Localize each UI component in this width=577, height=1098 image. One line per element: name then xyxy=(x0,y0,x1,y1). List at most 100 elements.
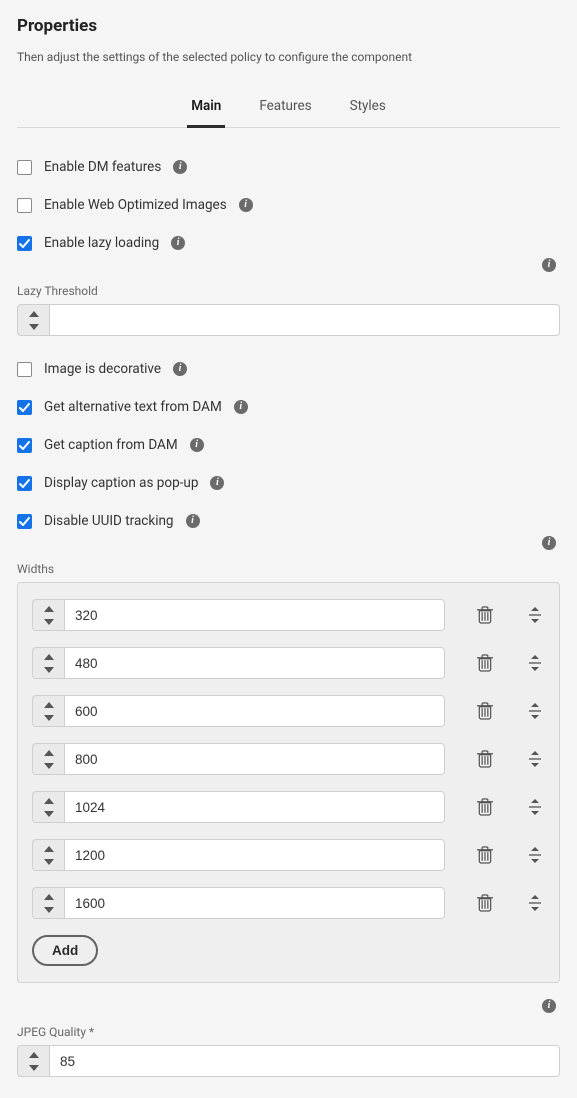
row-caption-from-dam: Get caption from DAM i xyxy=(17,426,560,464)
widths-container: Add xyxy=(17,582,560,983)
checkbox-disable-uuid[interactable] xyxy=(17,514,32,529)
stepper-up-icon[interactable] xyxy=(33,696,64,711)
row-enable-dm: Enable DM features i xyxy=(17,148,560,186)
width-input[interactable] xyxy=(64,647,445,679)
width-stepper[interactable] xyxy=(32,887,64,919)
info-icon[interactable]: i xyxy=(210,476,224,490)
width-field xyxy=(32,839,445,871)
stepper-up-icon[interactable] xyxy=(33,840,64,855)
label-jpeg-quality-text: JPEG Quality * xyxy=(17,1025,94,1039)
label-lazy-threshold: Lazy Threshold xyxy=(17,284,560,298)
stepper-up-icon[interactable] xyxy=(33,792,64,807)
delete-icon[interactable] xyxy=(475,845,495,865)
delete-icon[interactable] xyxy=(475,749,495,769)
label-jpeg-quality: JPEG Quality * xyxy=(17,1025,560,1039)
stepper-down-icon[interactable] xyxy=(33,663,64,678)
width-row xyxy=(32,791,545,823)
stepper-down-icon[interactable] xyxy=(33,855,64,870)
width-field xyxy=(32,887,445,919)
info-icon[interactable]: i xyxy=(542,536,556,550)
delete-icon[interactable] xyxy=(475,797,495,817)
row-disable-uuid: Disable UUID tracking i xyxy=(17,502,560,540)
stepper-down-icon[interactable] xyxy=(33,711,64,726)
label-widths-text: Widths xyxy=(17,562,54,576)
delete-icon[interactable] xyxy=(475,893,495,913)
row-alt-from-dam: Get alternative text from DAM i xyxy=(17,388,560,426)
stepper-up-icon[interactable] xyxy=(33,888,64,903)
width-row xyxy=(32,599,545,631)
width-stepper[interactable] xyxy=(32,599,64,631)
stepper-down-icon[interactable] xyxy=(33,903,64,918)
info-icon[interactable]: i xyxy=(542,999,556,1013)
label-caption-from-dam: Get caption from DAM xyxy=(44,437,178,453)
reorder-icon[interactable] xyxy=(525,749,545,769)
label-enable-web-opt: Enable Web Optimized Images xyxy=(44,197,227,213)
checkbox-decorative[interactable] xyxy=(17,362,32,377)
reorder-icon[interactable] xyxy=(525,797,545,817)
label-decorative: Image is decorative xyxy=(44,361,161,377)
tab-main[interactable]: Main xyxy=(187,88,225,128)
checkbox-caption-from-dam[interactable] xyxy=(17,438,32,453)
tab-features[interactable]: Features xyxy=(255,88,315,128)
stepper-up-icon[interactable] xyxy=(33,648,64,663)
stepper-down-icon[interactable] xyxy=(33,759,64,774)
info-icon[interactable]: i xyxy=(239,198,253,212)
width-input[interactable] xyxy=(64,743,445,775)
reorder-icon[interactable] xyxy=(525,653,545,673)
add-button[interactable]: Add xyxy=(32,935,98,966)
info-icon[interactable]: i xyxy=(173,160,187,174)
lazy-threshold-info-row: i xyxy=(17,262,560,278)
width-stepper[interactable] xyxy=(32,695,64,727)
jpeg-quality-stepper[interactable] xyxy=(17,1045,49,1077)
checkbox-enable-web-opt[interactable] xyxy=(17,198,32,213)
delete-icon[interactable] xyxy=(475,701,495,721)
checkbox-alt-from-dam[interactable] xyxy=(17,400,32,415)
info-icon[interactable]: i xyxy=(190,438,204,452)
jpeg-quality-field xyxy=(17,1045,560,1077)
checkbox-enable-lazy[interactable] xyxy=(17,236,32,251)
label-enable-lazy: Enable lazy loading xyxy=(44,235,159,251)
width-field xyxy=(32,695,445,727)
width-input[interactable] xyxy=(64,599,445,631)
stepper-down-icon[interactable] xyxy=(18,320,49,335)
width-stepper[interactable] xyxy=(32,791,64,823)
info-icon[interactable]: i xyxy=(542,258,556,272)
page-title: Properties xyxy=(17,16,560,36)
width-row xyxy=(32,743,545,775)
info-icon[interactable]: i xyxy=(186,514,200,528)
width-stepper[interactable] xyxy=(32,839,64,871)
stepper-up-icon[interactable] xyxy=(33,744,64,759)
stepper-down-icon[interactable] xyxy=(33,807,64,822)
reorder-icon[interactable] xyxy=(525,893,545,913)
info-icon[interactable]: i xyxy=(173,362,187,376)
delete-icon[interactable] xyxy=(475,653,495,673)
width-input[interactable] xyxy=(64,839,445,871)
reorder-icon[interactable] xyxy=(525,845,545,865)
stepper-down-icon[interactable] xyxy=(18,1061,49,1076)
width-input[interactable] xyxy=(64,791,445,823)
label-enable-dm: Enable DM features xyxy=(44,159,161,175)
label-disable-uuid: Disable UUID tracking xyxy=(44,513,174,529)
tab-styles[interactable]: Styles xyxy=(346,88,390,128)
delete-icon[interactable] xyxy=(475,605,495,625)
info-icon[interactable]: i xyxy=(171,236,185,250)
width-row xyxy=(32,695,545,727)
width-input[interactable] xyxy=(64,887,445,919)
width-stepper[interactable] xyxy=(32,743,64,775)
width-stepper[interactable] xyxy=(32,647,64,679)
stepper-up-icon[interactable] xyxy=(18,305,49,320)
info-icon[interactable]: i xyxy=(234,400,248,414)
stepper-up-icon[interactable] xyxy=(33,600,64,615)
checkbox-caption-popup[interactable] xyxy=(17,476,32,491)
width-input[interactable] xyxy=(64,695,445,727)
lazy-threshold-stepper[interactable] xyxy=(17,304,49,336)
stepper-up-icon[interactable] xyxy=(18,1046,49,1061)
stepper-down-icon[interactable] xyxy=(33,615,64,630)
jpeg-quality-input[interactable] xyxy=(49,1045,560,1077)
lazy-threshold-field xyxy=(17,304,560,336)
lazy-threshold-input[interactable] xyxy=(49,304,560,336)
reorder-icon[interactable] xyxy=(525,605,545,625)
reorder-icon[interactable] xyxy=(525,701,545,721)
widths-info-row: i xyxy=(17,540,560,556)
checkbox-enable-dm[interactable] xyxy=(17,160,32,175)
